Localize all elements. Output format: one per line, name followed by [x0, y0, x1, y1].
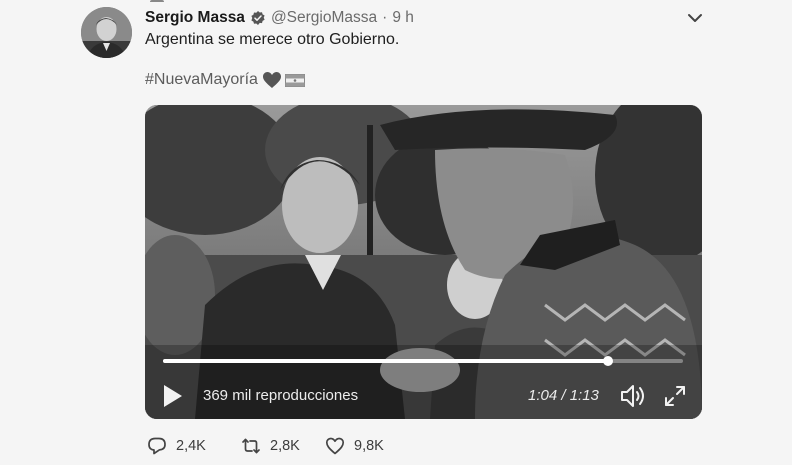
reply-button[interactable]: 2,4K — [147, 436, 241, 456]
flag-icon — [284, 73, 305, 87]
chevron-down-icon[interactable] — [686, 11, 704, 25]
volume-icon[interactable] — [619, 383, 647, 409]
view-count: 369 mil reproducciones — [203, 387, 359, 404]
tweet-text: Argentina se merece otro Gobierno. — [145, 31, 400, 48]
progress-bar[interactable] — [163, 356, 683, 366]
hashtag-line: #NuevaMayoría — [145, 71, 305, 89]
separator-dot: · — [382, 9, 388, 26]
video-player[interactable]: 369 mil reproducciones 1:04 / 1:13 — [145, 105, 702, 419]
hashtag-link[interactable]: #NuevaMayoría — [145, 71, 258, 89]
reply-count: 2,4K — [176, 438, 206, 454]
timestamp[interactable]: 9 h — [392, 9, 414, 27]
like-count: 9,8K — [354, 438, 384, 454]
retweet-count: 2,8K — [270, 438, 300, 454]
fullscreen-icon[interactable] — [663, 384, 687, 408]
tweet: Sergio Massa @SergioMassa · 9 h Argentin… — [0, 0, 792, 465]
like-heart-icon — [325, 437, 345, 455]
progress-scrubber[interactable] — [602, 356, 613, 366]
display-name[interactable]: Sergio Massa — [145, 9, 245, 27]
reply-icon — [148, 437, 166, 455]
heart-icon — [262, 72, 281, 88]
verified-badge-icon — [251, 11, 265, 25]
like-button[interactable]: 9,8K — [325, 436, 415, 456]
avatar[interactable] — [81, 7, 132, 58]
tweet-actions: 2,4K 2,8K 9,8K — [147, 436, 415, 456]
video-timecode: 1:04 / 1:13 — [528, 387, 599, 404]
tweet-header: Sergio Massa @SergioMassa · 9 h — [145, 8, 414, 28]
handle[interactable]: @SergioMassa — [271, 9, 377, 27]
play-icon[interactable] — [162, 383, 184, 409]
retweet-button[interactable]: 2,8K — [241, 436, 325, 456]
progress-fill — [163, 359, 608, 363]
video-frame — [145, 105, 702, 419]
retweet-icon — [242, 438, 260, 454]
